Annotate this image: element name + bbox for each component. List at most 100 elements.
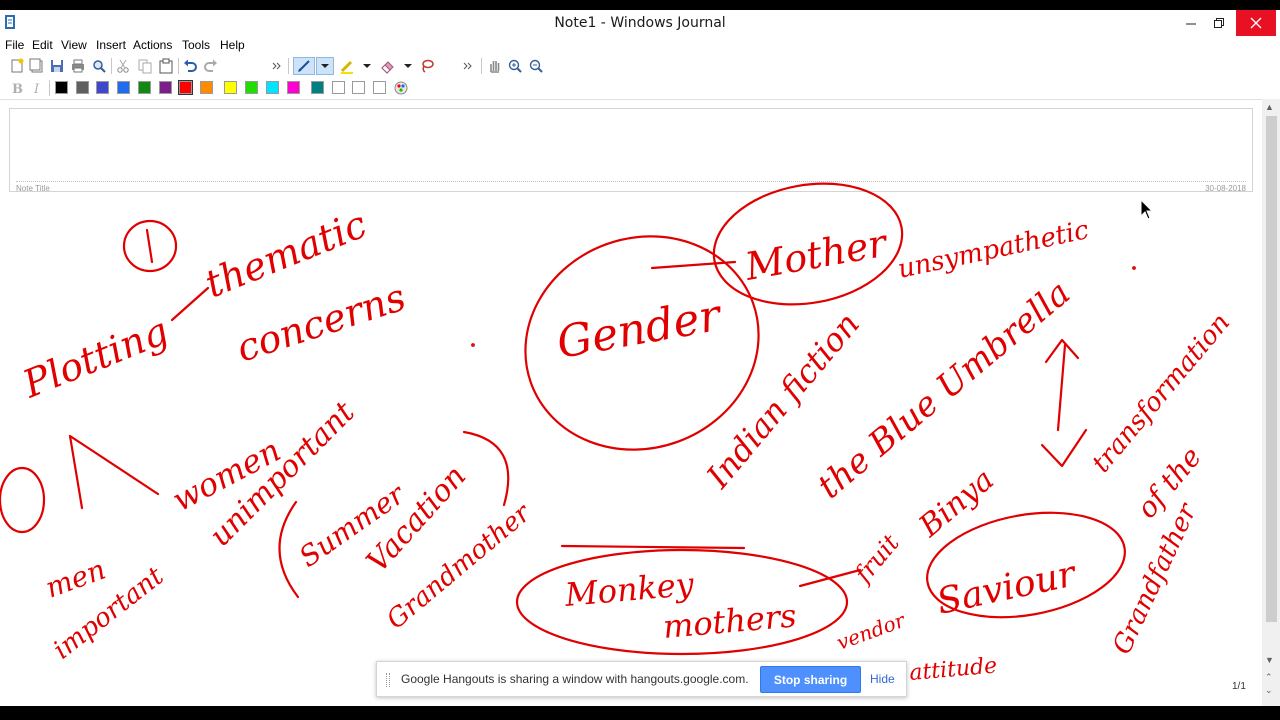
save-button[interactable] <box>48 57 66 75</box>
menu-help[interactable]: Help <box>220 38 245 52</box>
vertical-scrollbar[interactable]: ▲ ▼ ⌃ ⌄ <box>1262 99 1280 706</box>
close-button[interactable] <box>1236 10 1276 36</box>
handwritten-ink-canvas[interactable] <box>0 100 1262 706</box>
toolbar-separator <box>111 58 112 74</box>
scroll-down-arrow-icon[interactable]: ▼ <box>1265 655 1274 665</box>
color-swatch[interactable] <box>96 81 109 94</box>
toolbar-separator <box>481 58 482 74</box>
color-swatch[interactable] <box>311 81 324 94</box>
lasso-icon <box>422 59 434 73</box>
palette-icon <box>394 81 408 95</box>
menu-insert[interactable]: Insert <box>96 38 126 52</box>
bold-button[interactable]: B <box>8 79 26 97</box>
svg-text:B: B <box>12 82 23 96</box>
italic-icon: I <box>33 82 40 96</box>
new-page-icon <box>29 58 43 73</box>
restore-button[interactable] <box>1204 10 1234 36</box>
hangouts-sharing-bar: Google Hangouts is sharing a window with… <box>376 661 907 697</box>
pan-button[interactable] <box>486 57 504 75</box>
toolbar-overflow-button[interactable] <box>459 57 477 75</box>
journal-window: Note1 - Windows Journal File Edit View I… <box>0 0 1280 720</box>
restore-icon <box>1214 18 1224 28</box>
overflow-icon <box>272 62 281 70</box>
overflow-icon <box>463 62 472 70</box>
dropdown-icon <box>404 64 412 68</box>
minimize-button[interactable] <box>1176 10 1206 36</box>
journal-page[interactable]: Note Title 30-08-2018 Plotting thematic … <box>0 100 1262 706</box>
zoom-out-button[interactable] <box>527 57 545 75</box>
print-button[interactable] <box>69 57 87 75</box>
redo-button[interactable] <box>202 57 220 75</box>
undo-button[interactable] <box>181 57 199 75</box>
mouse-cursor-icon <box>1140 199 1154 220</box>
color-swatch[interactable] <box>287 81 300 94</box>
print-icon <box>72 59 84 73</box>
more-colors-button[interactable] <box>392 79 410 97</box>
color-swatch[interactable] <box>352 81 365 94</box>
color-swatch[interactable] <box>224 81 237 94</box>
highlighter-button[interactable] <box>338 57 356 75</box>
color-swatch[interactable] <box>117 81 130 94</box>
find-button[interactable] <box>90 57 108 75</box>
menu-tools[interactable]: Tools <box>182 38 210 52</box>
toolbar-separator <box>178 58 179 74</box>
format-toolbar: B I <box>0 77 1280 99</box>
copy-button[interactable] <box>136 57 154 75</box>
standard-toolbar <box>0 55 1280 77</box>
menu-actions[interactable]: Actions <box>133 38 172 52</box>
new-note-icon <box>11 58 24 73</box>
scrollbar-thumb[interactable] <box>1266 116 1277 622</box>
cut-button[interactable] <box>114 57 132 75</box>
new-page-button[interactable] <box>28 57 46 75</box>
title-bar: Note1 - Windows Journal <box>0 10 1280 36</box>
menu-view[interactable]: View <box>61 38 87 52</box>
dropdown-icon <box>321 64 329 68</box>
find-icon <box>93 60 106 73</box>
color-swatch[interactable] <box>332 81 345 94</box>
pen-dropdown-button[interactable] <box>316 57 334 75</box>
scroll-up-arrow-icon[interactable]: ▲ <box>1265 102 1274 112</box>
menu-bar: File Edit View Insert Actions Tools Help <box>0 36 1280 54</box>
pen-icon <box>298 60 310 72</box>
menu-file[interactable]: File <box>5 38 24 52</box>
color-swatch[interactable] <box>245 81 258 94</box>
color-swatch[interactable] <box>373 81 386 94</box>
menu-edit[interactable]: Edit <box>32 38 53 52</box>
zoom-in-icon <box>508 59 522 73</box>
zoom-in-button[interactable] <box>506 57 524 75</box>
stop-sharing-button[interactable]: Stop sharing <box>760 666 861 693</box>
eraser-icon <box>381 61 394 74</box>
new-note-button[interactable] <box>8 57 26 75</box>
eraser-dropdown-button[interactable] <box>399 57 417 75</box>
copy-icon <box>138 59 152 74</box>
minimize-icon <box>1186 23 1196 25</box>
lasso-select-button[interactable] <box>418 57 436 75</box>
toolbar-separator <box>49 80 50 96</box>
next-page-icon[interactable]: ⌄ <box>1265 685 1273 696</box>
pan-hand-icon <box>490 61 500 73</box>
paste-button[interactable] <box>157 57 175 75</box>
color-swatch[interactable] <box>55 81 68 94</box>
color-swatch[interactable] <box>138 81 151 94</box>
pen-button[interactable] <box>293 57 315 75</box>
color-swatch[interactable] <box>178 80 193 95</box>
toolbar-overflow-button[interactable] <box>268 57 286 75</box>
color-swatch[interactable] <box>76 81 89 94</box>
cut-icon <box>117 59 129 73</box>
highlighter-dropdown-button[interactable] <box>358 57 376 75</box>
window-title: Note1 - Windows Journal <box>554 15 726 31</box>
sharing-message: Google Hangouts is sharing a window with… <box>401 672 749 686</box>
eraser-button[interactable] <box>379 57 397 75</box>
dropdown-icon <box>363 64 371 68</box>
color-swatch[interactable] <box>159 81 172 94</box>
italic-button[interactable]: I <box>29 79 47 97</box>
drag-grip-icon[interactable] <box>386 673 390 687</box>
highlighter-icon <box>340 60 353 74</box>
color-swatch[interactable] <box>200 81 213 94</box>
bottom-screen-edge <box>0 706 1280 720</box>
color-swatch[interactable] <box>266 81 279 94</box>
toolbar-separator <box>288 58 289 74</box>
previous-page-icon[interactable]: ⌃ <box>1265 672 1273 683</box>
hide-link[interactable]: Hide <box>870 672 895 686</box>
redo-icon <box>204 59 217 72</box>
